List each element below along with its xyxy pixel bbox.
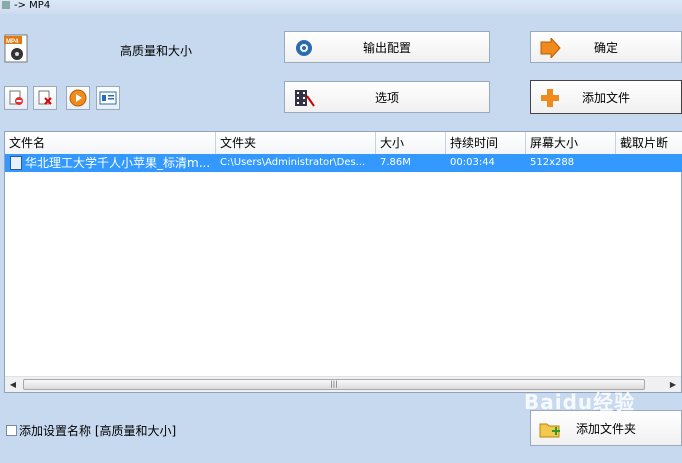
play-button[interactable] (66, 86, 90, 110)
watermark: Baidu经验 (524, 390, 636, 414)
table-header: 文件名 文件夹 大小 持续时间 屏幕大小 截取片断 (5, 132, 682, 154)
add-setting-name-label: 添加设置名称 [高质量和大小] (19, 424, 177, 438)
profile-label: 高质量和大小 (120, 44, 193, 58)
column-clip[interactable]: 截取片断 (616, 132, 682, 154)
cell-duration: 00:03:44 (450, 157, 495, 168)
cell-size: 7.86M (380, 157, 411, 168)
cell-folder: C:\Users\Administrator\Des... (220, 157, 366, 168)
remove-icon (9, 90, 23, 105)
column-screen-size[interactable]: 屏幕大小 (526, 132, 616, 154)
clear-icon (38, 90, 52, 105)
cell-screen-size: 512x288 (530, 157, 575, 168)
add-setting-name-checkbox[interactable] (6, 425, 17, 436)
add-setting-name-option[interactable]: 添加设置名称 [高质量和大小] (6, 422, 176, 439)
column-filename[interactable]: 文件名 (5, 132, 216, 154)
clear-list-button[interactable] (33, 86, 57, 110)
output-config-label: 输出配置 (362, 40, 411, 55)
gear-icon (296, 40, 312, 56)
arrow-right-icon (540, 38, 561, 58)
ok-button[interactable]: 确定 (530, 31, 682, 63)
cell-clip (616, 154, 682, 172)
options-button[interactable]: 选项 (284, 81, 490, 113)
plus-icon (541, 89, 559, 107)
cell-filename: 华北理工大学千人小苹果_标清m... (25, 156, 211, 170)
column-size[interactable]: 大小 (376, 132, 446, 154)
app-icon (2, 1, 10, 9)
column-folder[interactable]: 文件夹 (216, 132, 376, 154)
info-icon (99, 91, 117, 105)
media-info-button[interactable] (96, 86, 120, 110)
mp4-format-icon[interactable]: MP4 (4, 34, 32, 64)
file-list[interactable]: 文件名 文件夹 大小 持续时间 屏幕大小 截取片断 华北理工大学千人小苹果_标清… (4, 131, 682, 393)
title-bar: -> MP4 (0, 0, 682, 14)
options-label: 选项 (374, 90, 399, 105)
scroll-left-icon[interactable]: ◀ (5, 377, 21, 393)
window-title: -> MP4 (14, 0, 51, 11)
film-tools-icon (295, 90, 315, 107)
table-row[interactable]: 华北理工大学千人小苹果_标清m... C:\Users\Administrato… (5, 154, 682, 172)
add-file-button[interactable]: 添加文件 (530, 80, 682, 114)
column-duration[interactable]: 持续时间 (446, 132, 526, 154)
remove-file-button[interactable] (4, 86, 28, 110)
output-config-button[interactable]: 输出配置 (284, 31, 490, 63)
play-icon (69, 89, 87, 107)
svg-text:MP4: MP4 (6, 39, 19, 45)
